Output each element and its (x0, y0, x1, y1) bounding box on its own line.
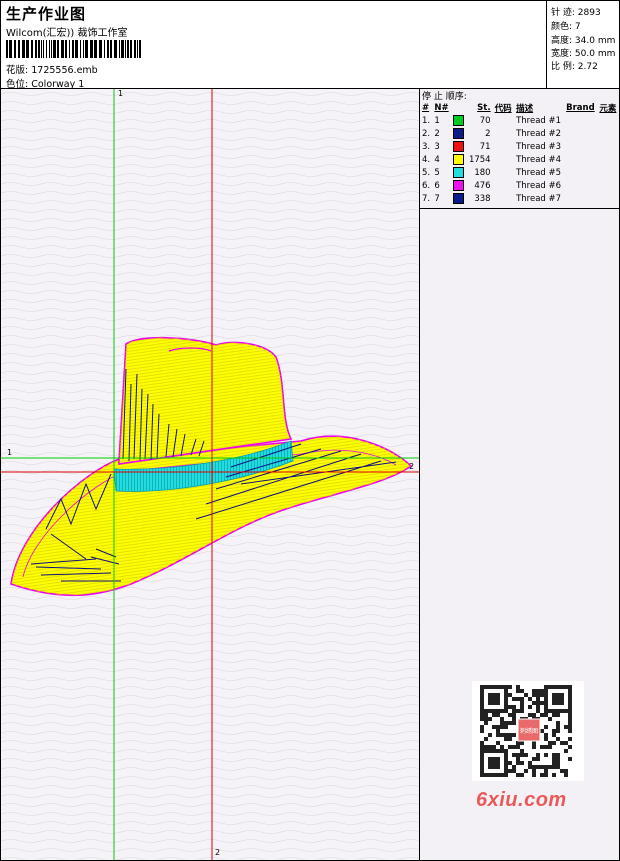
stats-box: 针 迹: 2893 颜色: 7 高度: 34.0 mm 宽度: 50.0 mm … (546, 1, 620, 88)
design-canvas[interactable]: 1 1 2 2 (1, 89, 420, 860)
production-sheet: 生产作业图 Wilcom(汇宏)) 裁饰工作室 花版: 1725556.emb … (0, 0, 620, 861)
col-brand: Brand (566, 102, 595, 113)
thread-n: 6 (434, 180, 440, 191)
thread-desc: Thread #5 (516, 167, 562, 178)
thread-stitches: 71 (479, 141, 491, 152)
sheet-title: 生产作业图 (6, 5, 87, 23)
thread-stitches: 70 (479, 115, 491, 126)
col-code: 代码 (494, 103, 512, 114)
stat-stitches: 针 迹: 2893 (551, 8, 601, 18)
thread-row[interactable]: 4. 4 1754 Thread #4 (420, 153, 619, 166)
guide-green-v-label: 1 (118, 89, 124, 98)
qr-code-icon: 刺绣图 (472, 681, 584, 781)
stat-width: 宽度: 50.0 mm (551, 49, 616, 59)
thread-n: 7 (434, 193, 440, 204)
thread-n: 5 (434, 167, 440, 178)
thread-n: 3 (434, 141, 440, 152)
guide-red-v-label: 2 (215, 848, 221, 857)
thread-row[interactable]: 3. 3 71 Thread #3 (420, 140, 619, 153)
thread-panel: 停 止 顺序: # N# St. 代码 描述 Brand 元素 1. 1 70 Thr… (420, 89, 619, 860)
table-header-row: # N# St. 代码 描述 Brand 元素 (420, 101, 619, 114)
thread-swatch (453, 128, 465, 139)
col-n: N# (434, 102, 449, 113)
thread-n: 4 (434, 154, 440, 165)
thread-swatch (453, 141, 465, 152)
stat-height: 高度: 34.0 mm (551, 36, 616, 46)
thread-row[interactable]: 5. 5 180 Thread #5 (420, 166, 619, 179)
thread-desc: Thread #3 (516, 141, 562, 152)
thread-desc: Thread #4 (516, 154, 562, 165)
thread-index: 7. (422, 193, 431, 204)
thread-swatch (453, 115, 465, 126)
stat-colors: 颜色: 7 (551, 22, 581, 32)
thread-desc: Thread #2 (516, 128, 562, 139)
thread-desc: Thread #6 (516, 180, 562, 191)
col-element: 元素 (599, 103, 617, 114)
thread-row[interactable]: 7. 7 338 Thread #7 (420, 192, 619, 205)
file-name: 1725556.emb (31, 65, 98, 76)
thread-index: 4. (422, 154, 431, 165)
guide-green-h-label: 1 (7, 448, 13, 457)
thread-index: 6. (422, 180, 431, 191)
vendor-line: Wilcom(汇宏)) 裁饰工作室 (6, 28, 128, 39)
guide-red-h-label: 2 (409, 462, 415, 471)
thread-n: 1 (434, 115, 440, 126)
thread-index: 2. (422, 128, 431, 139)
thread-swatch (453, 193, 465, 204)
thread-index: 1. (422, 115, 431, 126)
thread-stitches: 180 (474, 167, 491, 178)
thread-row[interactable]: 6. 6 476 Thread #6 (420, 179, 619, 192)
qr-badge-text: 刺绣图 (520, 727, 538, 735)
stat-scale: 比 例: 2.72 (551, 62, 598, 72)
thread-index: 3. (422, 141, 431, 152)
thread-stitches: 338 (474, 193, 491, 204)
col-index: # (422, 102, 430, 113)
file-line: 花版: 1725556.emb (6, 62, 98, 76)
col-desc: 描述 (516, 103, 534, 114)
thread-stitches: 2 (485, 128, 491, 139)
thread-stitches: 476 (474, 180, 491, 191)
watermark-logo: 6xiu.com (476, 789, 567, 811)
thread-table: # N# St. 代码 描述 Brand 元素 1. 1 70 Thread #1 2.… (420, 101, 619, 205)
colorway-line: 色位: Colorway 1 (6, 76, 84, 90)
thread-stitches: 1754 (468, 154, 491, 165)
thread-desc: Thread #7 (516, 193, 562, 204)
thread-index: 5. (422, 167, 431, 178)
file-label: 花版: (6, 65, 29, 76)
embroidery-preview (1, 89, 419, 860)
barcode-icon (6, 40, 141, 58)
thread-swatch (453, 154, 465, 165)
thread-row[interactable]: 2. 2 2 Thread #2 (420, 127, 619, 140)
thread-swatch (453, 180, 465, 191)
thread-swatch (453, 167, 465, 178)
table-divider (420, 208, 619, 209)
thread-n: 2 (434, 128, 440, 139)
sheet-header: 生产作业图 Wilcom(汇宏)) 裁饰工作室 花版: 1725556.emb … (1, 1, 620, 90)
col-stitches: St. (477, 102, 491, 113)
thread-desc: Thread #1 (516, 115, 562, 126)
thread-row[interactable]: 1. 1 70 Thread #1 (420, 114, 619, 127)
